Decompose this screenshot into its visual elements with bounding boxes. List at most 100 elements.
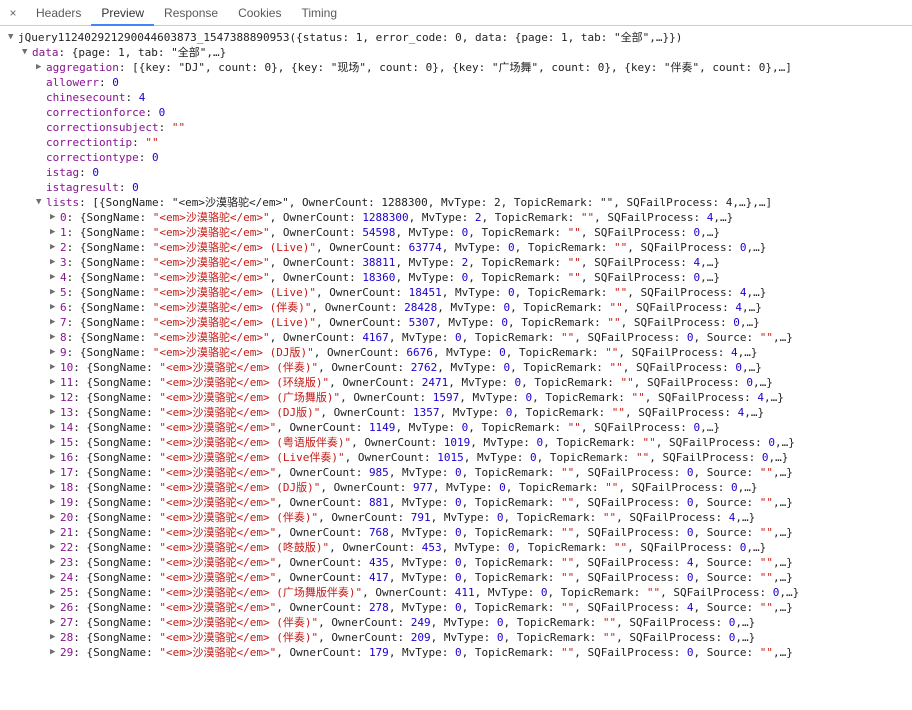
expand-icon[interactable]: [50, 300, 60, 315]
list-item[interactable]: 20: {SongName: "<em>沙漠骆驼</em> (伴奏)", Own…: [8, 510, 912, 525]
list-index: 3: [60, 256, 67, 269]
expand-icon[interactable]: [50, 585, 60, 600]
expand-icon[interactable]: [50, 555, 60, 570]
tree-node-lists[interactable]: lists: [{SongName: "<em>沙漠骆驼</em>", Owne…: [8, 195, 912, 210]
tree-leaf-chinesecount[interactable]: chinesecount: 4: [8, 90, 912, 105]
list-item[interactable]: 27: {SongName: "<em>沙漠骆驼</em> (伴奏)", Own…: [8, 615, 912, 630]
expand-icon[interactable]: [50, 495, 60, 510]
list-item[interactable]: 21: {SongName: "<em>沙漠骆驼</em>", OwnerCou…: [8, 525, 912, 540]
list-index: 7: [60, 316, 67, 329]
list-item[interactable]: 0: {SongName: "<em>沙漠骆驼</em>", OwnerCoun…: [8, 210, 912, 225]
expand-icon[interactable]: [50, 360, 60, 375]
list-index: 18: [60, 481, 73, 494]
list-index: 5: [60, 286, 67, 299]
expand-icon[interactable]: [50, 285, 60, 300]
list-item[interactable]: 29: {SongName: "<em>沙漠骆驼</em>", OwnerCou…: [8, 645, 912, 660]
expand-icon[interactable]: [50, 405, 60, 420]
expand-icon[interactable]: [50, 210, 60, 225]
list-item[interactable]: 24: {SongName: "<em>沙漠骆驼</em>", OwnerCou…: [8, 570, 912, 585]
expand-icon[interactable]: [50, 270, 60, 285]
tree-root[interactable]: jQuery112402921290044603873_154738889095…: [8, 30, 912, 45]
expand-icon[interactable]: [36, 60, 46, 75]
list-item[interactable]: 16: {SongName: "<em>沙漠骆驼</em> (Live伴奏)",…: [8, 450, 912, 465]
list-item[interactable]: 9: {SongName: "<em>沙漠骆驼</em> (DJ版)", Own…: [8, 345, 912, 360]
list-item[interactable]: 11: {SongName: "<em>沙漠骆驼</em> (环绕版)", Ow…: [8, 375, 912, 390]
list-index: 2: [60, 241, 67, 254]
tree-leaf-correctiontype[interactable]: correctiontype: 0: [8, 150, 912, 165]
list-item[interactable]: 1: {SongName: "<em>沙漠骆驼</em>", OwnerCoun…: [8, 225, 912, 240]
expand-icon[interactable]: [50, 345, 60, 360]
list-item[interactable]: 4: {SongName: "<em>沙漠骆驼</em>", OwnerCoun…: [8, 270, 912, 285]
list-item[interactable]: 23: {SongName: "<em>沙漠骆驼</em>", OwnerCou…: [8, 555, 912, 570]
list-item[interactable]: 28: {SongName: "<em>沙漠骆驼</em> (伴奏)", Own…: [8, 630, 912, 645]
expand-icon[interactable]: [50, 645, 60, 660]
key-correctionforce: correctionforce: [46, 106, 145, 119]
expand-icon[interactable]: [50, 315, 60, 330]
key-aggregation: aggregation: [46, 61, 119, 74]
tree-leaf-istagresult[interactable]: istagresult: 0: [8, 180, 912, 195]
expand-icon[interactable]: [50, 420, 60, 435]
list-index: 23: [60, 556, 73, 569]
expand-icon[interactable]: [36, 195, 46, 210]
tab-headers[interactable]: Headers: [26, 0, 91, 26]
expand-icon[interactable]: [50, 450, 60, 465]
list-item[interactable]: 14: {SongName: "<em>沙漠骆驼</em>", OwnerCou…: [8, 420, 912, 435]
list-item[interactable]: 15: {SongName: "<em>沙漠骆驼</em> (粤语版伴奏)", …: [8, 435, 912, 450]
list-item[interactable]: 2: {SongName: "<em>沙漠骆驼</em> (Live)", Ow…: [8, 240, 912, 255]
expand-icon[interactable]: [50, 375, 60, 390]
key-allowerr: allowerr: [46, 76, 99, 89]
close-panel-button[interactable]: ×: [0, 6, 26, 20]
list-index: 11: [60, 376, 73, 389]
expand-icon[interactable]: [50, 330, 60, 345]
list-item[interactable]: 26: {SongName: "<em>沙漠骆驼</em>", OwnerCou…: [8, 600, 912, 615]
expand-icon[interactable]: [50, 390, 60, 405]
expand-icon[interactable]: [8, 30, 18, 45]
tree-leaf-istag[interactable]: istag: 0: [8, 165, 912, 180]
expand-icon[interactable]: [50, 240, 60, 255]
tab-timing[interactable]: Timing: [291, 0, 347, 26]
expand-icon[interactable]: [50, 465, 60, 480]
tree-leaf-correctionsubject[interactable]: correctionsubject: "": [8, 120, 912, 135]
expand-icon[interactable]: [50, 630, 60, 645]
list-item[interactable]: 5: {SongName: "<em>沙漠骆驼</em> (Live)", Ow…: [8, 285, 912, 300]
tree-leaf-correctionforce[interactable]: correctionforce: 0: [8, 105, 912, 120]
list-item[interactable]: 6: {SongName: "<em>沙漠骆驼</em> (伴奏)", Owne…: [8, 300, 912, 315]
list-item[interactable]: 17: {SongName: "<em>沙漠骆驼</em>", OwnerCou…: [8, 465, 912, 480]
expand-icon[interactable]: [50, 225, 60, 240]
tab-response[interactable]: Response: [154, 0, 228, 26]
expand-icon[interactable]: [22, 45, 32, 60]
list-item[interactable]: 8: {SongName: "<em>沙漠骆驼</em>", OwnerCoun…: [8, 330, 912, 345]
expand-icon[interactable]: [50, 615, 60, 630]
key-istagresult: istagresult: [46, 181, 119, 194]
expand-icon[interactable]: [50, 600, 60, 615]
expand-icon[interactable]: [50, 525, 60, 540]
key-correctiontip: correctiontip: [46, 136, 132, 149]
list-index: 8: [60, 331, 67, 344]
aggregation-summary: [{key: "DJ", count: 0}, {key: "现场", coun…: [132, 61, 792, 74]
expand-icon[interactable]: [50, 255, 60, 270]
value-allowerr: 0: [112, 76, 119, 89]
list-item[interactable]: 7: {SongName: "<em>沙漠骆驼</em> (Live)", Ow…: [8, 315, 912, 330]
expand-icon[interactable]: [50, 480, 60, 495]
expand-icon[interactable]: [50, 435, 60, 450]
expand-icon[interactable]: [50, 540, 60, 555]
list-item[interactable]: 18: {SongName: "<em>沙漠骆驼</em> (DJ版)", Ow…: [8, 480, 912, 495]
expand-icon[interactable]: [50, 570, 60, 585]
list-item[interactable]: 19: {SongName: "<em>沙漠骆驼</em>", OwnerCou…: [8, 495, 912, 510]
list-item[interactable]: 25: {SongName: "<em>沙漠骆驼</em> (广场舞版伴奏)",…: [8, 585, 912, 600]
list-index: 19: [60, 496, 73, 509]
tab-cookies[interactable]: Cookies: [228, 0, 291, 26]
list-item[interactable]: 22: {SongName: "<em>沙漠骆驼</em> (咚鼓版)", Ow…: [8, 540, 912, 555]
list-index: 29: [60, 646, 73, 659]
list-item[interactable]: 10: {SongName: "<em>沙漠骆驼</em> (伴奏)", Own…: [8, 360, 912, 375]
list-item[interactable]: 3: {SongName: "<em>沙漠骆驼</em>", OwnerCoun…: [8, 255, 912, 270]
tree-leaf-allowerr[interactable]: allowerr: 0: [8, 75, 912, 90]
list-item[interactable]: 12: {SongName: "<em>沙漠骆驼</em> (广场舞版)", O…: [8, 390, 912, 405]
tree-leaf-correctiontip[interactable]: correctiontip: "": [8, 135, 912, 150]
expand-icon[interactable]: [50, 510, 60, 525]
tab-preview[interactable]: Preview: [91, 0, 154, 26]
tree-node-data[interactable]: data: {page: 1, tab: "全部",…}: [8, 45, 912, 60]
tree-node-aggregation[interactable]: aggregation: [{key: "DJ", count: 0}, {ke…: [8, 60, 912, 75]
list-item[interactable]: 13: {SongName: "<em>沙漠骆驼</em> (DJ版)", Ow…: [8, 405, 912, 420]
list-index: 10: [60, 361, 73, 374]
